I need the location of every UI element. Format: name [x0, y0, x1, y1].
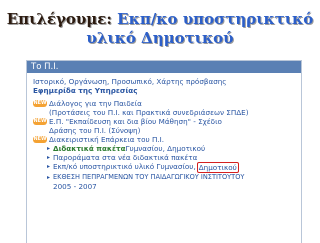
list-item-dialogue-sub[interactable]: (Προτάσεις του Π.Ι. και Πρακτικά συνεδρι…: [27, 108, 301, 117]
list-item-management[interactable]: NEW Διακειριστική Επάρκεια του Π.Ι.: [27, 135, 301, 144]
subitem-report[interactable]: ▸ ΕΚΘΕΣΗ ΠΕΠΡΑΓΜΕΝΩΝ ΤΟΥ ΠΑΙΔΑΓΩΓΙΚΟΥ ΙΝ…: [27, 173, 301, 182]
bullet-triangle-icon: ▸: [47, 154, 51, 161]
subitem-errata[interactable]: ▸ Παρoράματα στα νέα διδακτικά πακέτα: [27, 153, 301, 162]
website-panel: Το Π.Ι. Ιστορικό, Οργάνωση, Προσωπικό, Χ…: [26, 60, 302, 243]
about-links[interactable]: Ιστορικό, Οργάνωση, Προσωπικό, Χάρτης πρ…: [27, 77, 301, 86]
new-badge-icon: NEW: [33, 136, 47, 143]
bullet-triangle-icon: ▸: [47, 174, 51, 181]
title-prefix: Επιλέγουμε:: [6, 10, 118, 28]
panel-header: Το Π.Ι.: [27, 61, 301, 73]
bullet-triangle-icon: ▸: [47, 163, 51, 170]
title-line2: υλικό Δημοτικού: [86, 29, 234, 47]
list-item-ep[interactable]: NEW Ε.Π. "Εκπαίδευση και δια βίου Μάθηση…: [27, 117, 301, 126]
new-badge-icon: NEW: [33, 118, 47, 125]
title-accent: Εκπ/κο υποστηρικτικό: [117, 10, 314, 28]
subitem-support-material[interactable]: ▸ Εκπ/κό υποστηρικτικό υλικό Γυμνασίου, …: [27, 162, 301, 173]
subitem-teaching-packages[interactable]: ▸ Διδακτικά πακέτα Γυμνασίου, Δημοτικού: [27, 144, 301, 153]
slide-title: Επιλέγουμε: Εκπ/κο υποστηρικτικό υλικό Δ…: [0, 10, 320, 48]
primary-school-link[interactable]: Δημοτικού: [196, 162, 239, 173]
subitem-report-years[interactable]: 2005 - 2007: [27, 182, 301, 191]
list-item-ep-sub[interactable]: Δράσης του Π.Ι. (Σύνοψη): [27, 126, 301, 135]
newspaper-link[interactable]: Εφημερίδα της Υπηρεσίας: [27, 86, 301, 95]
list-item-dialogue[interactable]: NEW Διάλογος για την Παιδεία: [27, 99, 301, 108]
bullet-triangle-icon: ▸: [47, 145, 51, 152]
new-badge-icon: NEW: [33, 100, 47, 107]
